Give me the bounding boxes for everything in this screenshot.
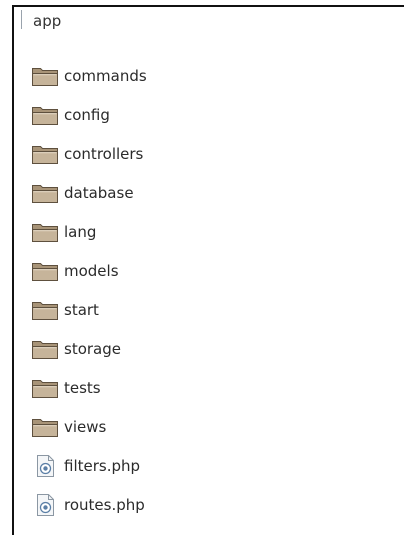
root-folder-label[interactable]: app [33, 11, 61, 31]
tree-item-label: config [64, 105, 110, 124]
folder-icon [31, 182, 59, 204]
tree-item-label: routes.php [64, 495, 145, 514]
tree-item-filters-php[interactable]: filters.php [31, 446, 147, 485]
folder-icon [31, 104, 59, 126]
folder-icon [31, 338, 59, 360]
folder-icon [31, 416, 59, 438]
tree-item-start[interactable]: start [31, 290, 147, 329]
tree-item-models[interactable]: models [31, 251, 147, 290]
tree-item-label: lang [64, 222, 97, 241]
tree-item-label: storage [64, 339, 121, 358]
php-file-icon [31, 454, 59, 478]
tree-item-database[interactable]: database [31, 173, 147, 212]
folder-icon [31, 221, 59, 243]
folder-icon [31, 143, 59, 165]
folder-icon [31, 260, 59, 282]
tree-item-controllers[interactable]: controllers [31, 134, 147, 173]
folder-icon [31, 377, 59, 399]
tree-item-label: models [64, 261, 119, 280]
tree-item-lang[interactable]: lang [31, 212, 147, 251]
tree-item-commands[interactable]: commands [31, 56, 147, 95]
text-caret [21, 10, 22, 29]
file-tree: commands config controllers database lan… [31, 56, 147, 524]
folder-icon [31, 65, 59, 87]
tree-item-views[interactable]: views [31, 407, 147, 446]
tree-item-label: tests [64, 378, 101, 397]
tree-item-tests[interactable]: tests [31, 368, 147, 407]
folder-icon [31, 299, 59, 321]
tree-item-storage[interactable]: storage [31, 329, 147, 368]
tree-item-label: filters.php [64, 456, 141, 475]
tree-item-routes-php[interactable]: routes.php [31, 485, 147, 524]
php-file-icon [31, 493, 59, 517]
tree-item-label: database [64, 183, 134, 202]
tree-item-label: controllers [64, 144, 144, 163]
tree-item-label: commands [64, 66, 147, 85]
tree-item-label: views [64, 417, 107, 436]
tree-item-label: start [64, 300, 99, 319]
tree-item-config[interactable]: config [31, 95, 147, 134]
